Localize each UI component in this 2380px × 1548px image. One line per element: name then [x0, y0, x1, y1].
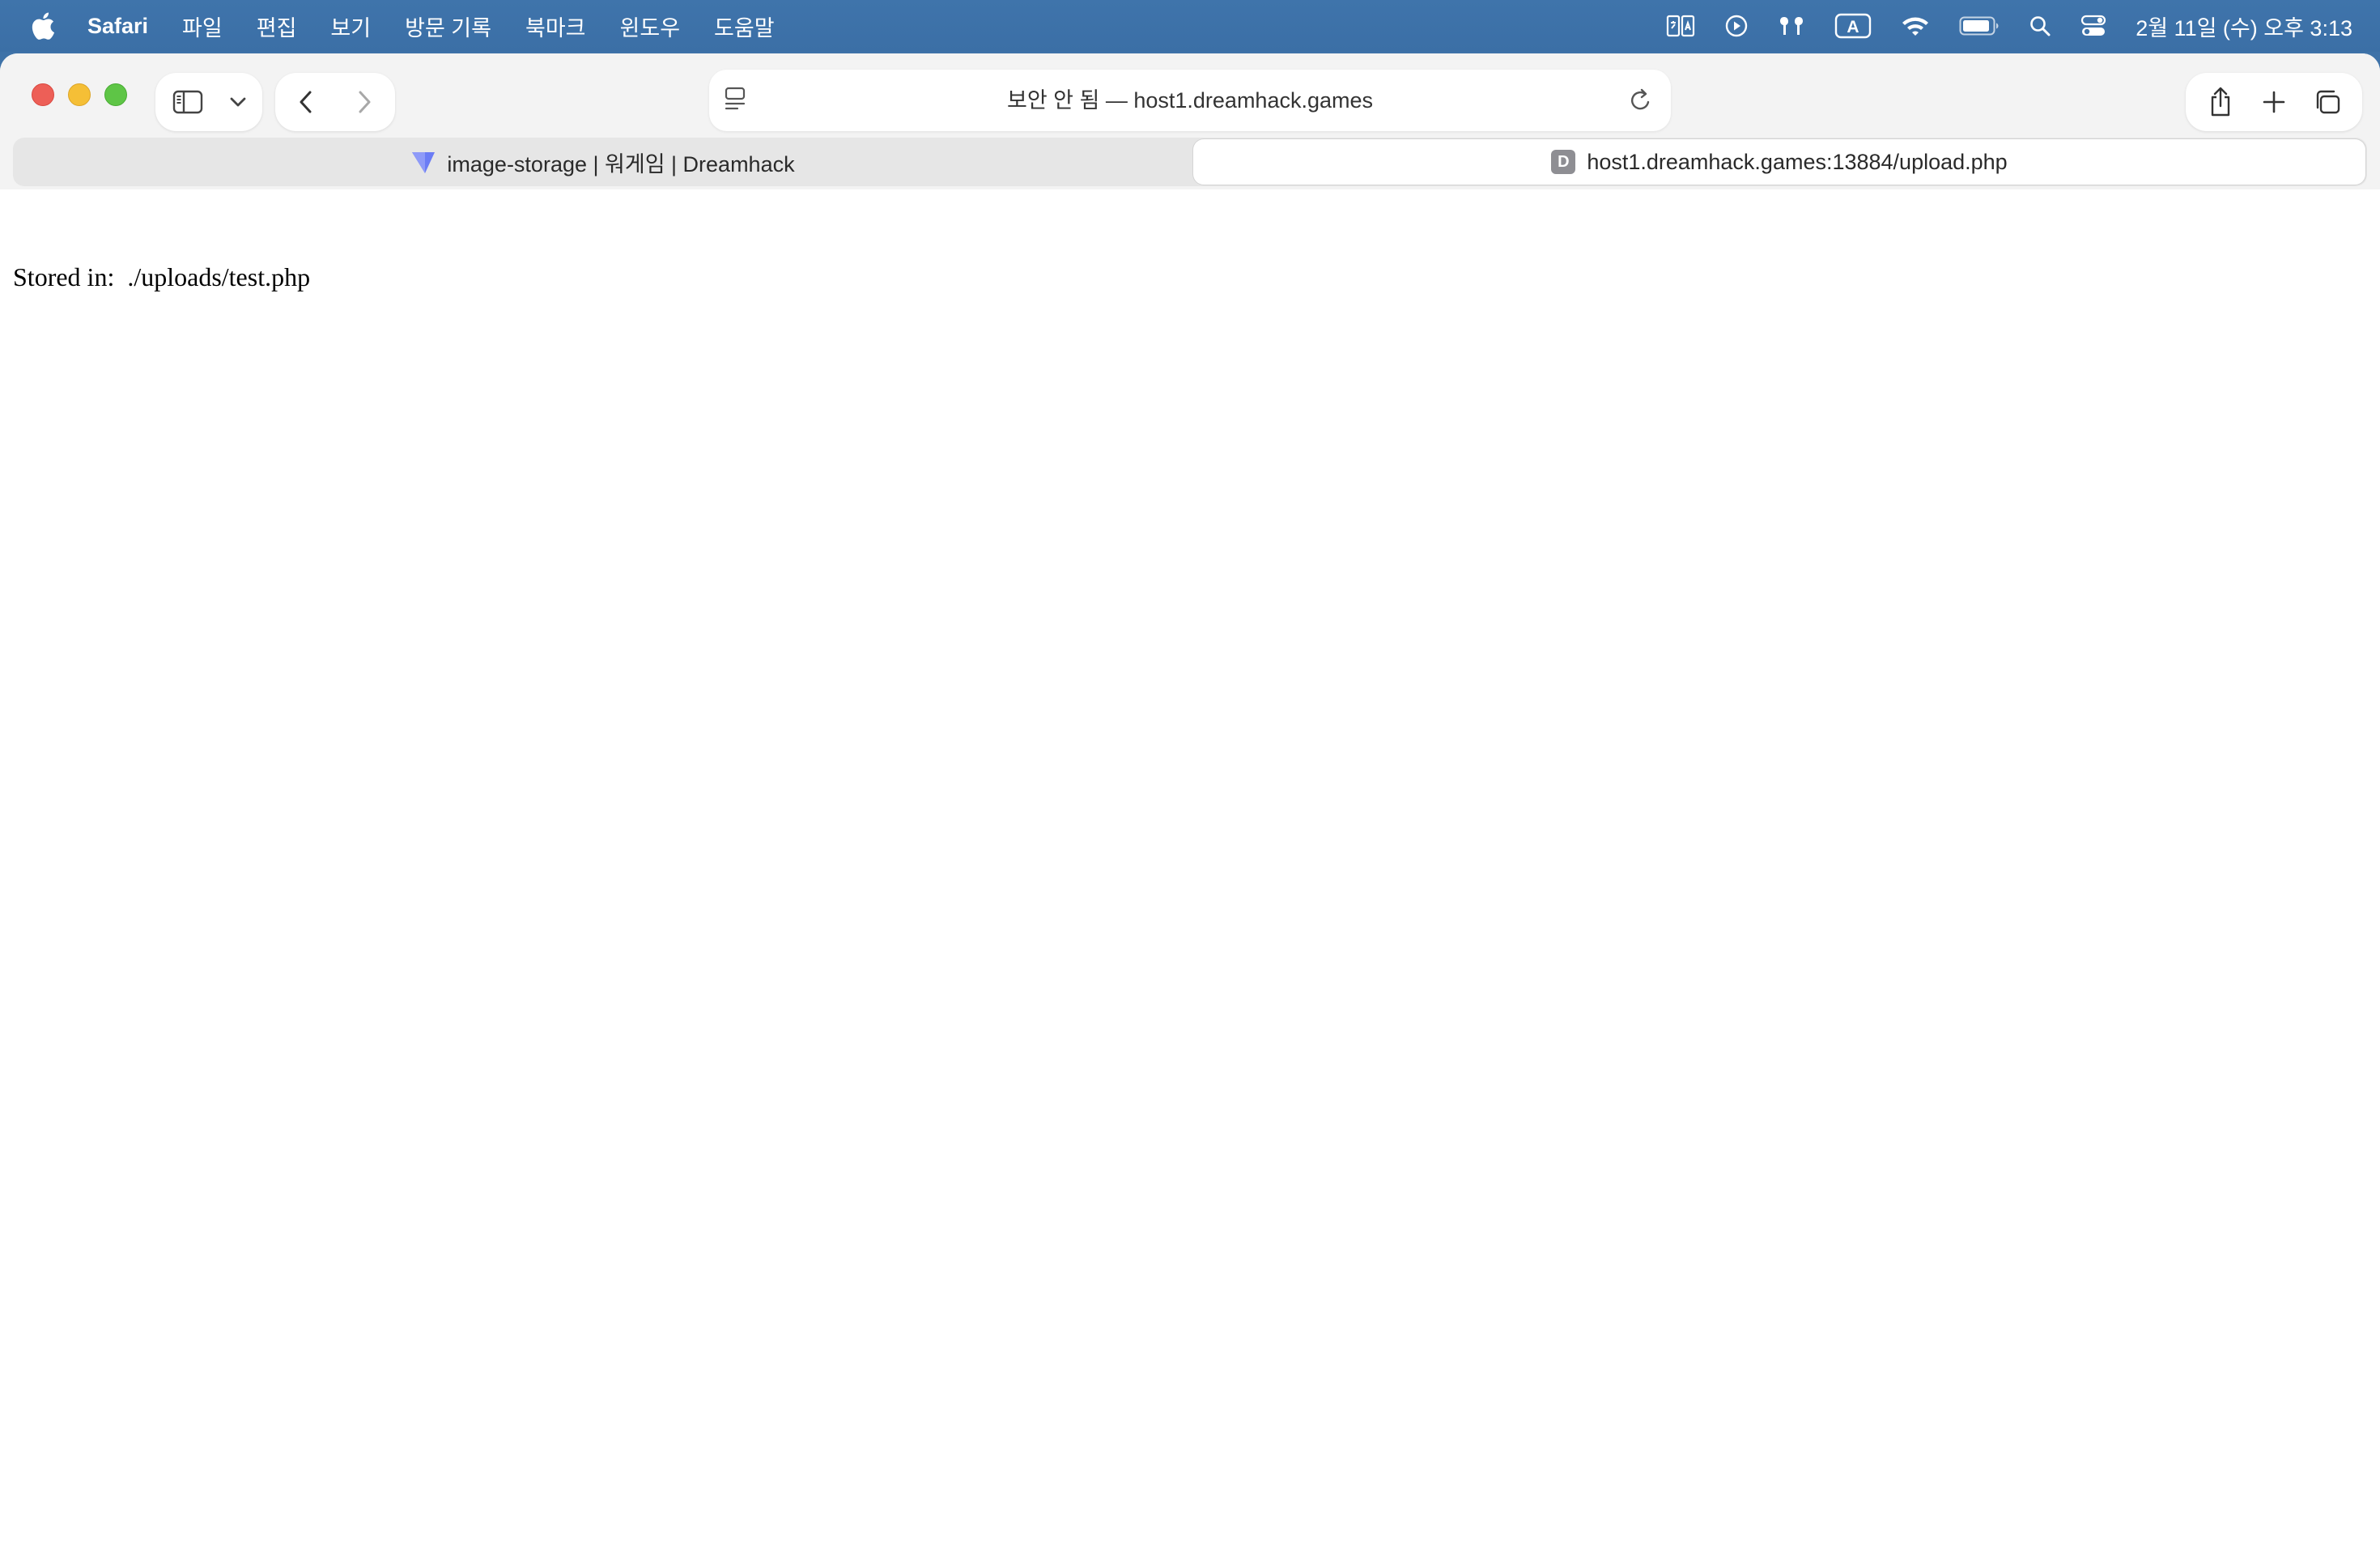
- menu-view[interactable]: 보기: [330, 11, 371, 42]
- apple-menu-icon[interactable]: [31, 11, 58, 41]
- reload-icon[interactable]: [1629, 87, 1653, 117]
- page-content: Stored in: ./uploads/test.php: [0, 189, 2380, 1548]
- input-source-icon[interactable]: A: [1834, 13, 1872, 39]
- translate-icon[interactable]: [1666, 14, 1695, 38]
- share-icon[interactable]: [2195, 73, 2246, 131]
- menu-window[interactable]: 윈도우: [620, 11, 681, 42]
- address-bar[interactable]: 보안 안 됨 — host1.dreamhack.games: [709, 70, 1671, 131]
- macos-menu-bar: Safari 파일 편집 보기 방문 기록 북마크 윈도우 도움말 A 2월 1…: [0, 0, 2380, 52]
- close-window-button[interactable]: [32, 83, 54, 106]
- wifi-icon[interactable]: [1901, 15, 1930, 37]
- battery-icon[interactable]: [1959, 15, 2000, 36]
- address-text: 보안 안 됨 — host1.dreamhack.games: [1006, 88, 1374, 113]
- upload-result-text: Stored in: ./uploads/test.php: [13, 262, 311, 291]
- menu-edit[interactable]: 편집: [257, 11, 297, 42]
- menu-help[interactable]: 도움말: [714, 11, 775, 42]
- input-source-label: A: [1847, 18, 1859, 36]
- play-icon[interactable]: [1724, 14, 1749, 38]
- safari-window: 보안 안 됨 — host1.dreamhack.games image-sto…: [0, 53, 2380, 1548]
- minimize-window-button[interactable]: [68, 83, 91, 106]
- zoom-window-button[interactable]: [104, 83, 127, 106]
- tab-image-storage[interactable]: image-storage | 워게임 | Dreamhack: [13, 138, 1192, 186]
- sidebar-control: [155, 73, 262, 131]
- chevron-down-icon[interactable]: [220, 73, 256, 131]
- back-icon[interactable]: [275, 73, 335, 131]
- window-actions: [2186, 73, 2362, 131]
- tab-upload-php[interactable]: D host1.dreamhack.games:13884/upload.php: [1193, 139, 2365, 185]
- menu-history[interactable]: 방문 기록: [405, 11, 491, 42]
- control-center-icon[interactable]: [2080, 14, 2106, 38]
- airpods-icon[interactable]: [1778, 14, 1805, 38]
- new-tab-icon[interactable]: [2249, 73, 2299, 131]
- menu-bookmarks[interactable]: 북마크: [525, 11, 586, 42]
- menubar-status-area: A 2월 11일 (수) 오후 3:13: [1637, 0, 2352, 52]
- tab-label: image-storage | 워게임 | Dreamhack: [447, 151, 795, 176]
- navigation-control: [275, 73, 395, 131]
- menubar-clock[interactable]: 2월 11일 (수) 오후 3:13: [2136, 11, 2352, 42]
- tab-label: host1.dreamhack.games:13884/upload.php: [1587, 149, 2008, 174]
- tab-bar: image-storage | 워게임 | Dreamhack D host1.…: [13, 138, 2367, 186]
- menu-app-safari[interactable]: Safari: [87, 14, 148, 39]
- menu-file[interactable]: 파일: [182, 11, 223, 42]
- forward-icon[interactable]: [335, 73, 395, 131]
- tab-overview-icon[interactable]: [2302, 73, 2352, 131]
- spotlight-search-icon[interactable]: [2029, 15, 2051, 37]
- sidebar-toggle-icon[interactable]: [155, 73, 220, 131]
- dreamhack-logo-icon: [410, 149, 437, 175]
- safari-toolbar: 보안 안 됨 — host1.dreamhack.games image-sto…: [0, 53, 2380, 189]
- site-favicon-icon: D: [1551, 150, 1576, 174]
